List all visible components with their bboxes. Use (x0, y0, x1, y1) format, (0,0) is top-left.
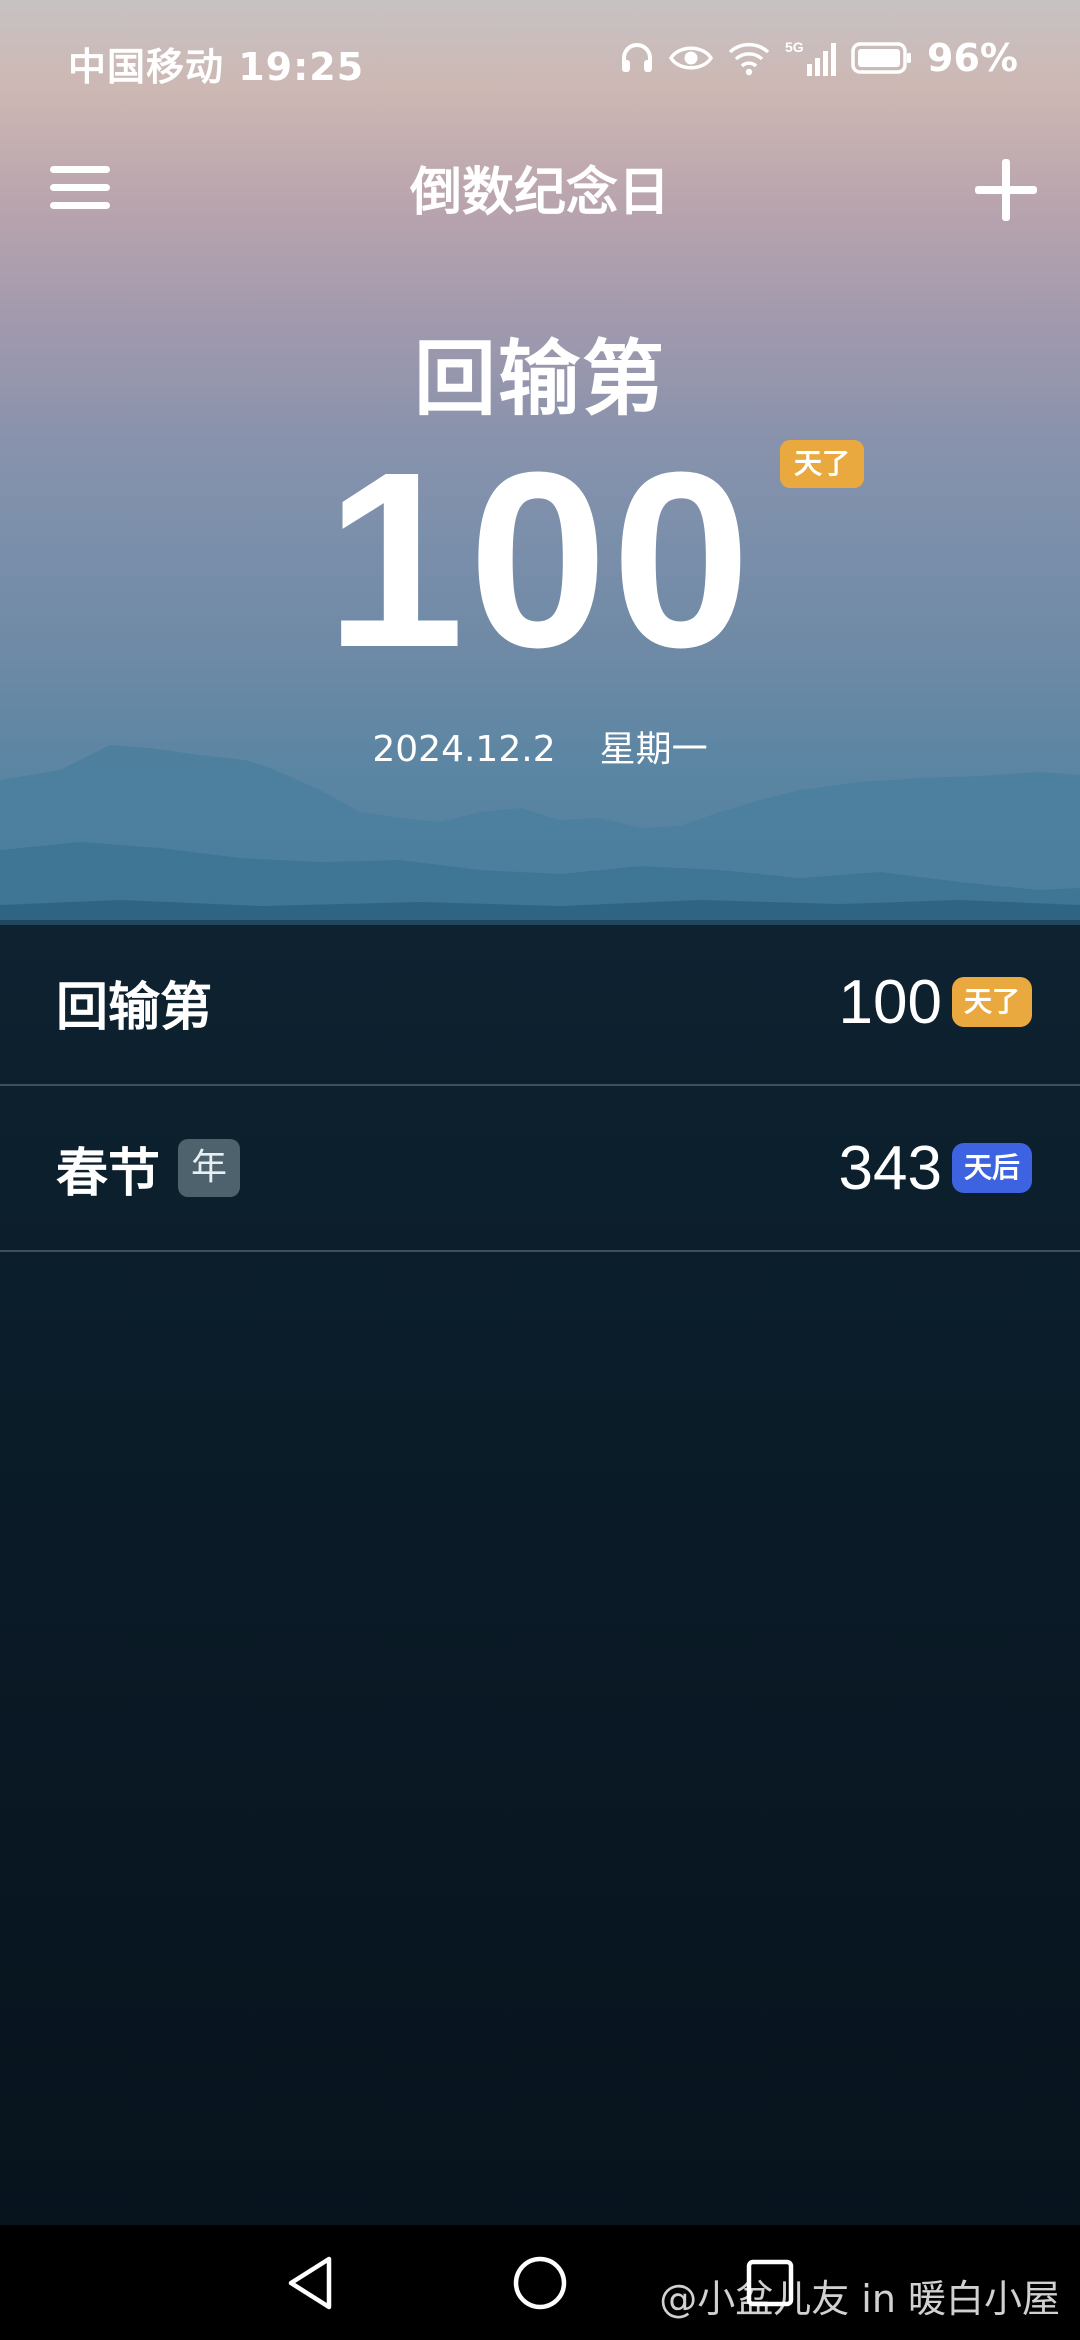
list-item[interactable]: 春节 年 343 天后 (0, 1086, 1080, 1252)
back-triangle-icon (288, 2256, 332, 2309)
carrier-time: 中国移动 19:25 (68, 45, 365, 89)
nav-back-button[interactable] (250, 2225, 370, 2340)
battery-icon (851, 41, 913, 75)
headphones-icon (619, 40, 655, 76)
event-name: 回输第 (56, 977, 213, 1038)
app-screen: 中国移动 19:25 5G 96% 倒数纪念日 回输第 100 天了 2024.… (0, 0, 1080, 2340)
hero-date: 2024.12.2 星期一 (0, 720, 1080, 772)
event-unit-badge: 天了 (951, 977, 1032, 1027)
list-item[interactable]: 回输第 100 天了 (0, 920, 1080, 1086)
nav-home-button[interactable] (480, 2225, 600, 2340)
event-day-count: 343 (838, 1133, 942, 1203)
hero-date-value: 2024.12.2 (372, 729, 556, 770)
status-bar: 中国移动 19:25 5G 96% (0, 0, 1080, 120)
home-circle-icon (513, 2256, 567, 2309)
hero-unit-badge: 天了 (780, 440, 864, 488)
wifi-icon (727, 40, 771, 76)
signal-icon: 5G (785, 38, 837, 78)
event-day-count: 100 (838, 967, 942, 1037)
svg-text:5G: 5G (785, 39, 804, 55)
plus-icon (975, 159, 1037, 221)
repeat-yearly-tag: 年 (178, 1139, 241, 1197)
hero-event-name: 回输第 (413, 332, 666, 427)
event-name: 春节 (56, 1143, 161, 1204)
event-list: 回输第 100 天了 春节 年 343 天后 (0, 920, 1080, 1252)
eye-icon (669, 42, 714, 74)
page-title: 倒数纪念日 (409, 163, 670, 223)
watermark-text: @小盆儿友 in 暖白小屋 (659, 2277, 1060, 2321)
hero-count-container: 100 (0, 420, 1080, 699)
hero-day-count: 100 (325, 420, 755, 699)
event-unit-badge: 天后 (951, 1143, 1032, 1193)
app-bar: 倒数纪念日 (0, 130, 1080, 246)
status-icons: 5G 96% (619, 34, 1018, 82)
battery-percent: 96% (927, 36, 1018, 80)
add-event-button[interactable] (966, 150, 1046, 230)
hero-weekday: 星期一 (599, 729, 708, 770)
